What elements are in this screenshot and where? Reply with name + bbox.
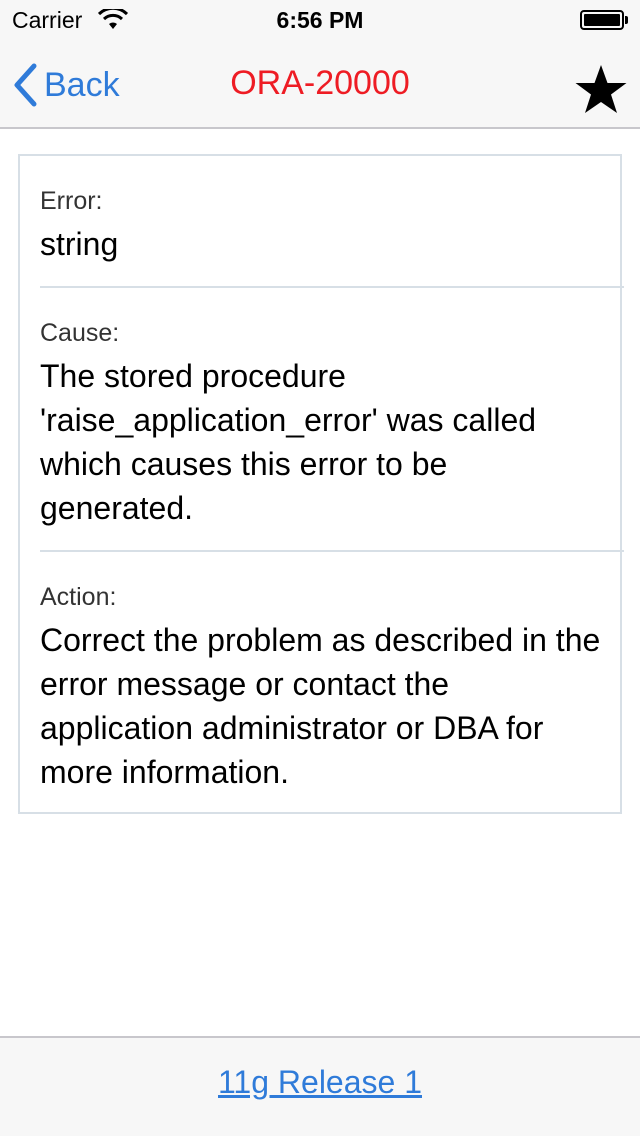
action-value: Correct the problem as described in the … [40,622,601,790]
cause-value: The stored procedure 'raise_application_… [40,358,537,526]
divider [40,550,624,552]
divider [40,286,624,288]
back-label: Back [44,65,120,104]
cause-label: Cause: [40,319,120,347]
page-title: ORA-20000 [230,64,410,102]
action-section: Action: Correct the problem as described… [40,582,606,794]
error-value: string [40,226,119,262]
status-bar: Carrier 6:56 PM [0,0,640,40]
chevron-left-icon [14,63,37,107]
action-label: Action: [40,583,117,611]
clock: 6:56 PM [276,7,364,33]
battery-icon [580,10,628,30]
release-link[interactable]: 11g Release 1 [0,1064,640,1101]
error-detail-card: Error: string Cause: The stored procedur… [18,154,624,814]
cause-section: Cause: The stored procedure 'raise_appli… [40,318,606,530]
back-button[interactable]: Back [12,62,120,108]
bottom-toolbar: 11g Release 1 [0,1036,640,1136]
screen: Carrier 6:56 PM Back ORA-20000 Error: st… [0,0,640,1136]
error-label: Error: [40,187,103,215]
error-section: Error: string [40,186,606,266]
star-icon[interactable] [572,62,630,120]
navigation-bar: Back ORA-20000 [0,40,640,129]
